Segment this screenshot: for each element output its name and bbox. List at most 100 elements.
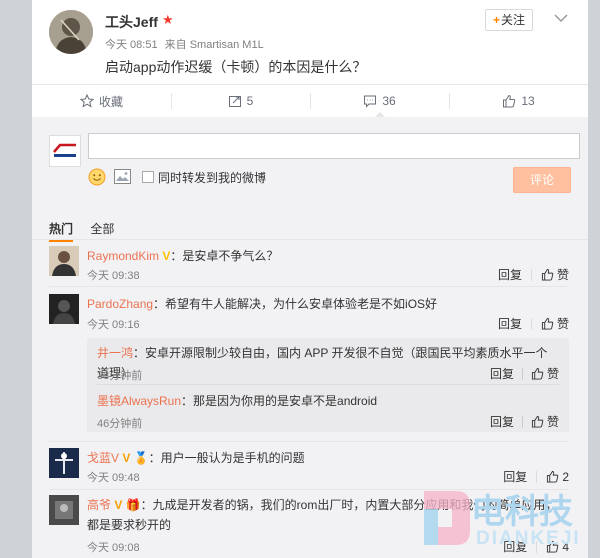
favorite-button[interactable]: 收藏	[32, 85, 171, 117]
like-count: 13	[521, 94, 535, 108]
sub-replier-name[interactable]: 井一鸿	[97, 346, 133, 360]
tab-all[interactable]: 全部	[90, 220, 114, 240]
like-count: 2	[562, 469, 569, 484]
like-label: 赞	[556, 268, 569, 282]
thumbs-up-icon	[503, 94, 516, 108]
comment-text: RaymondKim V：是安卓不争气么？	[87, 246, 567, 266]
reply-button[interactable]: 回复	[490, 413, 514, 430]
comment-input[interactable]	[88, 133, 580, 159]
like-button[interactable]: 13	[449, 85, 588, 117]
comment-like-button[interactable]: 2	[546, 470, 569, 484]
thumbs-up-icon	[547, 470, 559, 483]
sub-replies-box: 井一鸿：安卓开源限制少较自由，国内 APP 开发很不自觉（跟国民平均素质水平一个…	[87, 338, 569, 432]
comment-divider	[49, 286, 569, 287]
commenter-name[interactable]: PardoZhang	[87, 297, 153, 311]
op-separator	[530, 317, 532, 330]
verified-v-icon: V	[114, 498, 123, 512]
emoji-icon[interactable]	[88, 168, 106, 186]
comment-body: ：九成是开发者的锅，我们的rom出厂时，内置大部分应用和我们的简单应用，都是要求…	[87, 498, 558, 532]
sub-reply-time: 33分钟前	[97, 370, 143, 382]
thumbs-up-icon	[547, 540, 559, 553]
repost-count: 5	[246, 94, 254, 108]
comment-time: 今天 09:48	[87, 472, 140, 484]
comment-actions: 回复 2	[503, 468, 569, 485]
image-icon[interactable]	[114, 169, 131, 184]
sub-reply-text: 墨镜AlwaysRun：那是因为你用的是安卓不是android	[97, 391, 559, 411]
forward-checkbox[interactable]	[142, 171, 154, 183]
reply-button[interactable]: 回复	[498, 315, 522, 332]
reply-button[interactable]: 回复	[503, 468, 527, 485]
medal-icon: 🏅	[133, 451, 149, 465]
commenter-name[interactable]: 高爷	[87, 498, 111, 512]
thumbs-up-icon	[531, 367, 544, 380]
sub-reply-divider	[97, 384, 559, 385]
sub-reply-item: 井一鸿：安卓开源限制少较自由，国内 APP 开发很不自觉（跟国民平均素质水平一个…	[97, 343, 559, 383]
commenter-name[interactable]: RaymondKim	[87, 249, 159, 263]
like-label: 赞	[546, 367, 559, 381]
sub-reply-body: ：那是因为你用的是安卓不是android	[181, 394, 378, 408]
like-count: 4	[562, 539, 569, 554]
op-separator	[536, 470, 538, 483]
verified-v-icon: V	[122, 451, 131, 465]
commenter-avatar[interactable]	[49, 246, 79, 276]
author-name[interactable]: 工头Jeff	[105, 12, 158, 32]
comment-text: 戈蓝V V 🏅：用户一般认为是手机的问题	[87, 448, 567, 468]
comment-time: 今天 09:16	[87, 319, 140, 331]
comment-actions: 回复 赞	[498, 315, 569, 332]
comment-text: PardoZhang：希望有牛人能解决，为什么安卓体验老是不如iOS好	[87, 294, 567, 314]
repost-icon	[228, 96, 241, 107]
sub-replier-name[interactable]: 墨镜AlwaysRun	[97, 394, 181, 408]
reply-button[interactable]: 回复	[503, 538, 527, 555]
comment-body: ：希望有牛人能解决，为什么安卓体验老是不如iOS好	[153, 297, 438, 311]
commenter-avatar[interactable]	[49, 495, 79, 525]
comment-like-button[interactable]: 4	[546, 540, 569, 554]
star-outline-icon	[79, 94, 94, 108]
commenter-avatar[interactable]	[49, 294, 79, 324]
comment-icon	[364, 95, 377, 108]
author-avatar[interactable]	[49, 10, 93, 54]
comment-section: 同时转发到我的微博 评论 热门 全部 RaymondKim V：是安卓不争气么？…	[32, 117, 588, 558]
op-separator	[536, 540, 538, 553]
op-separator	[521, 415, 523, 428]
comment-time: 今天 09:38	[87, 270, 140, 282]
sub-reply-time: 46分钟前	[97, 418, 143, 430]
post-text: 启动app动作迟缓（卡顿）的本因是什么？	[105, 59, 367, 75]
sub-reply-actions: 回复 赞	[490, 365, 559, 382]
post-time[interactable]: 今天 08:51	[105, 39, 158, 51]
like-label: 赞	[556, 317, 569, 331]
repost-button[interactable]: 5	[171, 85, 310, 117]
comment-body: ：是安卓不争气么？	[170, 249, 279, 263]
chevron-down-icon[interactable]	[553, 10, 569, 26]
post-action-bar: 收藏 5 36 13	[32, 84, 588, 118]
reply-button[interactable]: 回复	[498, 266, 522, 283]
forward-label: 同时转发到我的微博	[158, 171, 267, 185]
commenter-avatar[interactable]	[49, 448, 79, 478]
follow-label: 关注	[501, 13, 526, 27]
comment-actions: 回复 赞	[498, 266, 569, 283]
submit-comment-button[interactable]: 评论	[513, 167, 571, 193]
reply-button[interactable]: 回复	[490, 365, 514, 382]
comment-like-button[interactable]: 赞	[541, 266, 569, 283]
comment-like-button[interactable]: 赞	[531, 365, 559, 382]
commenter-name[interactable]: 戈蓝V	[87, 451, 119, 465]
comment-button[interactable]: 36	[310, 85, 449, 118]
follow-button[interactable]: +关注	[485, 9, 533, 31]
sub-reply-item: 墨镜AlwaysRun：那是因为你用的是安卓不是android 46分钟前 回复…	[97, 391, 559, 430]
sub-reply-body: ：安卓开源限制少较自由，国内 APP 开发很不自觉（跟国民平均素质水平一个道理）	[97, 346, 548, 380]
thumbs-up-icon	[541, 317, 554, 330]
sub-reply-actions: 回复 赞	[490, 413, 559, 430]
comment-like-button[interactable]: 赞	[541, 315, 569, 332]
post-source: 来自 Smartisan M1L	[164, 39, 264, 51]
tab-divider	[32, 239, 588, 240]
favorite-label: 收藏	[98, 94, 123, 109]
op-separator	[530, 268, 532, 281]
comment-text: 高爷 V 🎁：九成是开发者的锅，我们的rom出厂时，内置大部分应用和我们的简单应…	[87, 495, 567, 535]
like-label: 赞	[546, 415, 559, 429]
vip-star-icon: ★	[162, 12, 174, 27]
post-meta: 今天 08:51 来自 Smartisan M1L	[105, 36, 268, 52]
plus-icon: +	[492, 13, 500, 27]
comment-count: 36	[382, 94, 396, 108]
comment-like-button[interactable]: 赞	[531, 413, 559, 430]
my-avatar	[49, 135, 81, 167]
comment-divider	[49, 489, 569, 490]
